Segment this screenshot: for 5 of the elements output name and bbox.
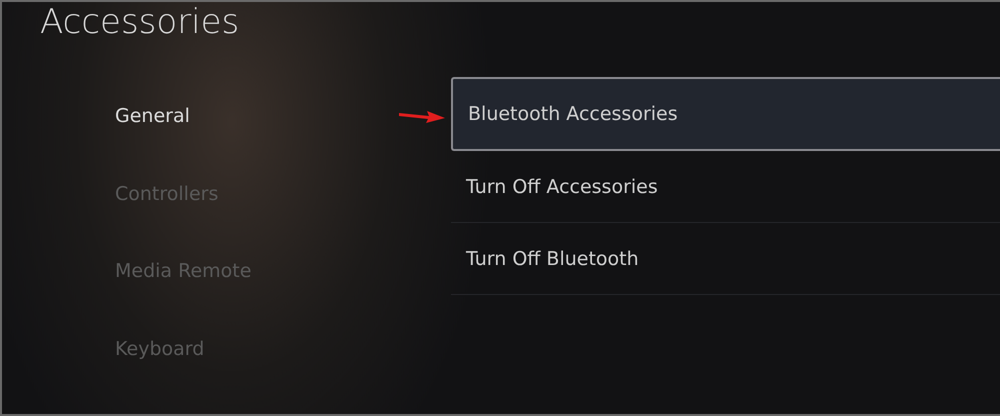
sidebar-item[interactable]: General bbox=[115, 77, 338, 154]
page-title: Accessories bbox=[39, 2, 240, 42]
menu-item[interactable]: Turn Off Accessories bbox=[451, 151, 1000, 223]
menu-item[interactable]: Bluetooth Accessories bbox=[451, 77, 1000, 151]
menu-item[interactable]: Turn Off Bluetooth bbox=[451, 223, 1000, 295]
